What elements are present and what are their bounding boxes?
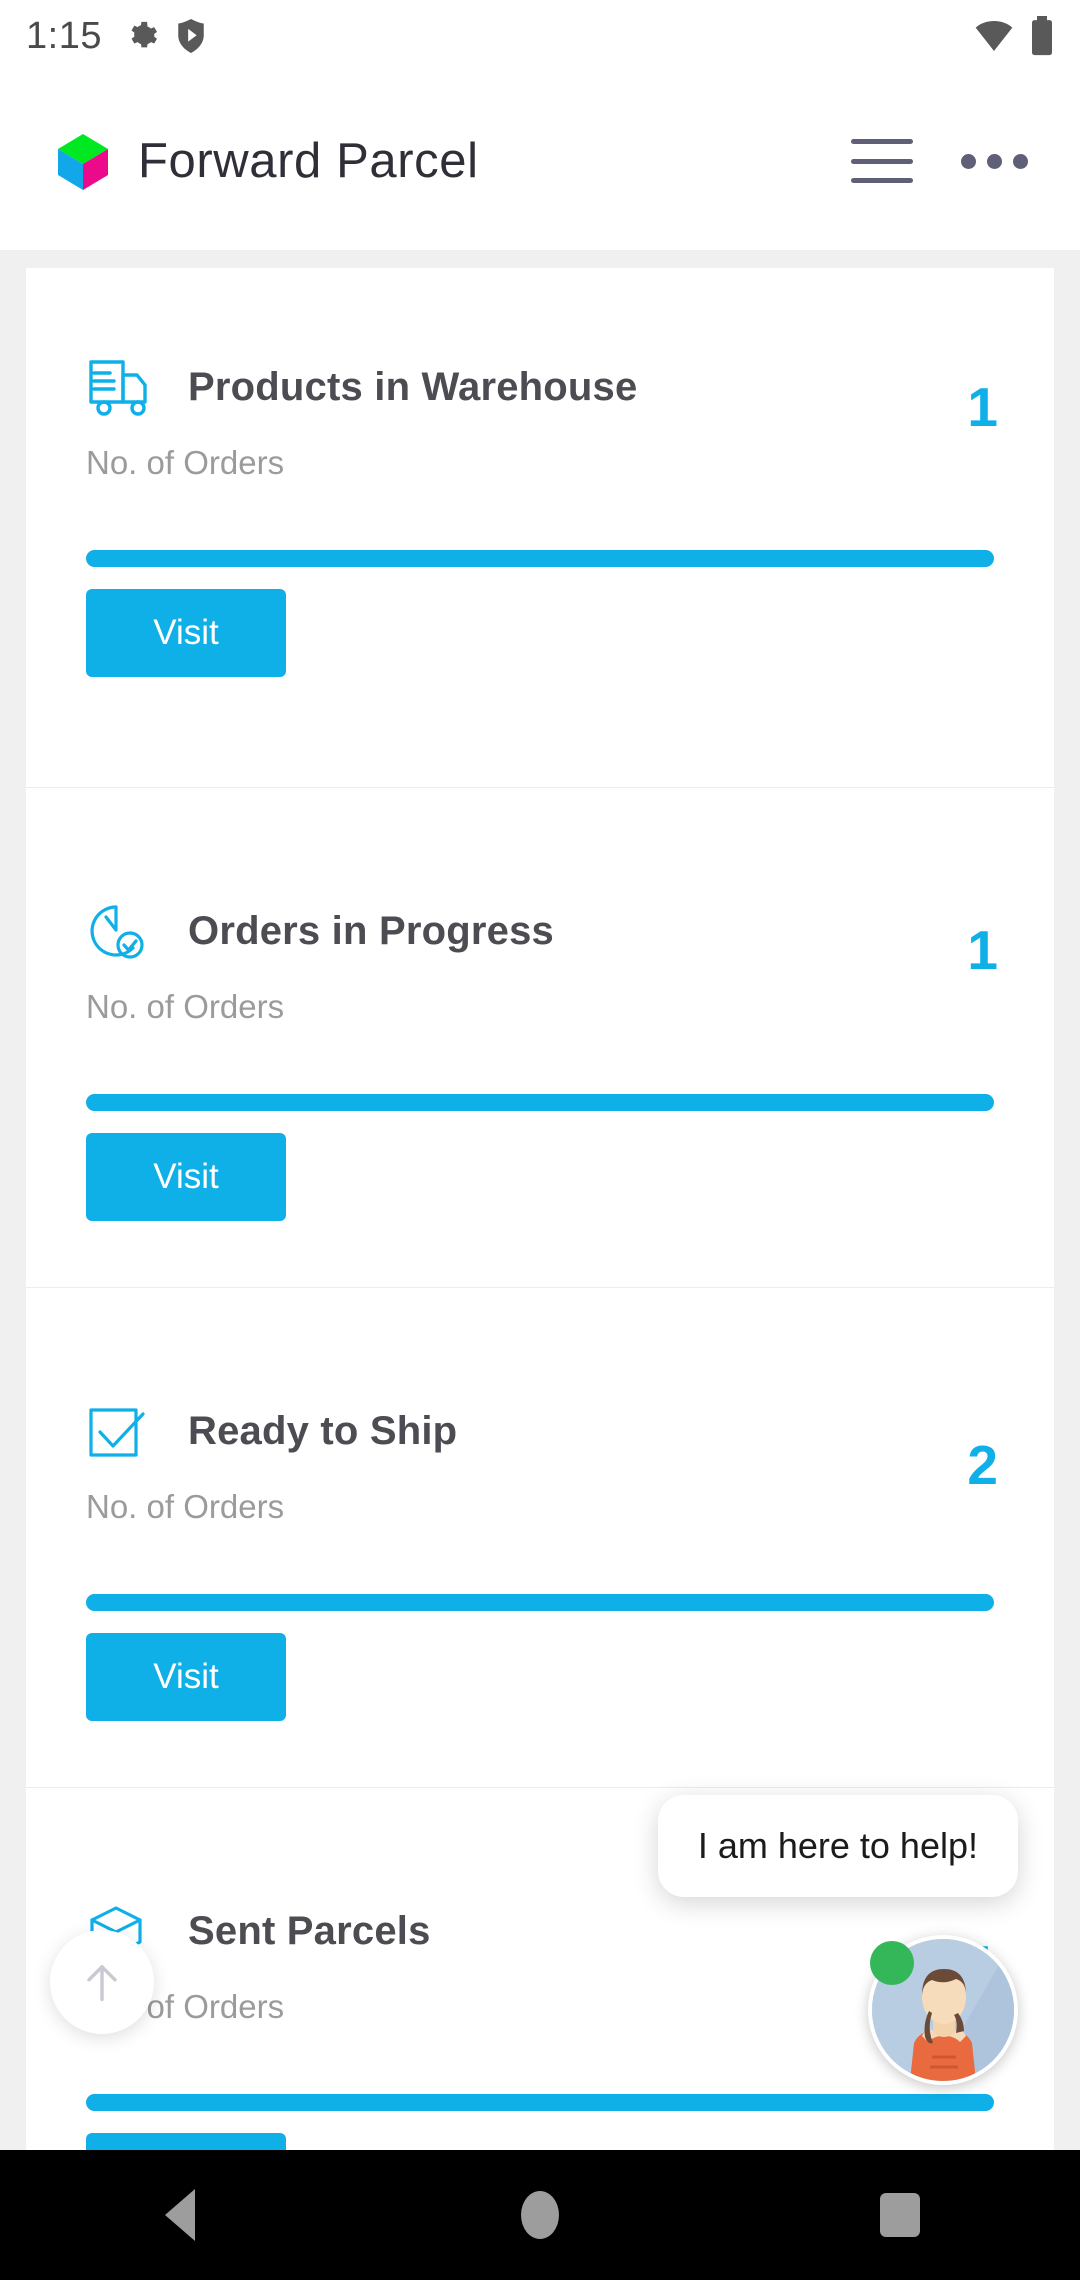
- status-bar-clock: 1:15: [26, 14, 102, 57]
- phone-screen: 1:15 Forward Parcel Products in Warehous…: [0, 0, 1080, 2280]
- card-progress-bar: [86, 550, 994, 567]
- card-progress-bar: [86, 1594, 994, 1611]
- android-navigation-bar: [0, 2150, 1080, 2280]
- card-count: 2: [967, 1434, 998, 1496]
- card-products-in-warehouse[interactable]: Products in Warehouse No. of Orders 1 Vi…: [26, 268, 1054, 788]
- app-header-actions: [851, 139, 1028, 183]
- card-ready-to-ship[interactable]: Ready to Ship No. of Orders 2 Visit: [26, 1288, 1054, 1788]
- hamburger-line: [851, 139, 913, 144]
- card-count: 1: [967, 376, 998, 438]
- wifi-icon: [975, 21, 1013, 51]
- card-title: Sent Parcels: [188, 1908, 431, 1953]
- hamburger-line: [851, 178, 913, 183]
- visit-button[interactable]: Visit: [86, 589, 286, 677]
- card-header: Orders in Progress: [86, 900, 994, 962]
- card-subtitle: No. of Orders: [86, 988, 285, 1025]
- nav-back-button[interactable]: [120, 2170, 240, 2260]
- battery-icon: [1032, 16, 1052, 56]
- visit-button[interactable]: Visit: [86, 1133, 286, 1221]
- card-subtitle: No. of Orders: [86, 444, 285, 481]
- status-bar-notification-icons: [124, 19, 206, 53]
- nav-recents-button[interactable]: [840, 2170, 960, 2260]
- recents-square-icon: [880, 2193, 920, 2237]
- back-triangle-icon: [165, 2189, 195, 2241]
- dot: [961, 153, 976, 169]
- checkbox-check-icon: [89, 1408, 145, 1457]
- card-orders-in-progress[interactable]: Orders in Progress No. of Orders 1 Visit: [26, 788, 1054, 1288]
- card-title: Products in Warehouse: [188, 364, 638, 409]
- hamburger-menu-icon[interactable]: [851, 139, 913, 183]
- home-circle-icon: [521, 2191, 559, 2239]
- online-status-indicator: [870, 1941, 914, 1985]
- play-shield-icon: [178, 19, 204, 53]
- more-options-icon[interactable]: [961, 153, 1028, 169]
- card-progress-bar: [86, 2094, 994, 2111]
- card-header: Sent Parcels: [86, 1900, 994, 1962]
- gear-icon: [131, 21, 157, 48]
- status-bar-system-icons: [974, 16, 1054, 56]
- dot: [1013, 153, 1028, 169]
- scroll-to-top-button[interactable]: [50, 1930, 154, 2034]
- app-header: Forward Parcel: [0, 72, 1080, 250]
- chat-avatar-button[interactable]: [868, 1935, 1018, 2085]
- card-subtitle: No. of Orders: [86, 1488, 285, 1525]
- card-header: Products in Warehouse: [86, 356, 994, 418]
- card-title: Ready to Ship: [188, 1408, 458, 1453]
- card-progress-bar: [86, 1094, 994, 1111]
- cube-logo-icon: [58, 134, 108, 190]
- visit-button[interactable]: Visit: [86, 1633, 286, 1721]
- clock-check-icon: [90, 905, 144, 959]
- nav-home-button[interactable]: [480, 2170, 600, 2260]
- delivery-truck-icon: [89, 360, 147, 416]
- hamburger-line: [851, 158, 913, 164]
- card-count: 1: [967, 919, 998, 981]
- arrow-up-icon: [87, 1965, 117, 2002]
- app-title: Forward Parcel: [138, 134, 479, 188]
- visit-button[interactable]: Visit: [86, 2133, 286, 2150]
- status-bar: 1:15: [0, 0, 1080, 72]
- app-logo: [52, 130, 114, 192]
- card-header: Ready to Ship: [86, 1400, 994, 1462]
- card-title: Orders in Progress: [188, 908, 554, 953]
- dot: [987, 153, 1002, 169]
- card-subtitle: No. of Orders: [86, 1988, 285, 2025]
- chat-help-bubble[interactable]: I am here to help!: [657, 1795, 1018, 1897]
